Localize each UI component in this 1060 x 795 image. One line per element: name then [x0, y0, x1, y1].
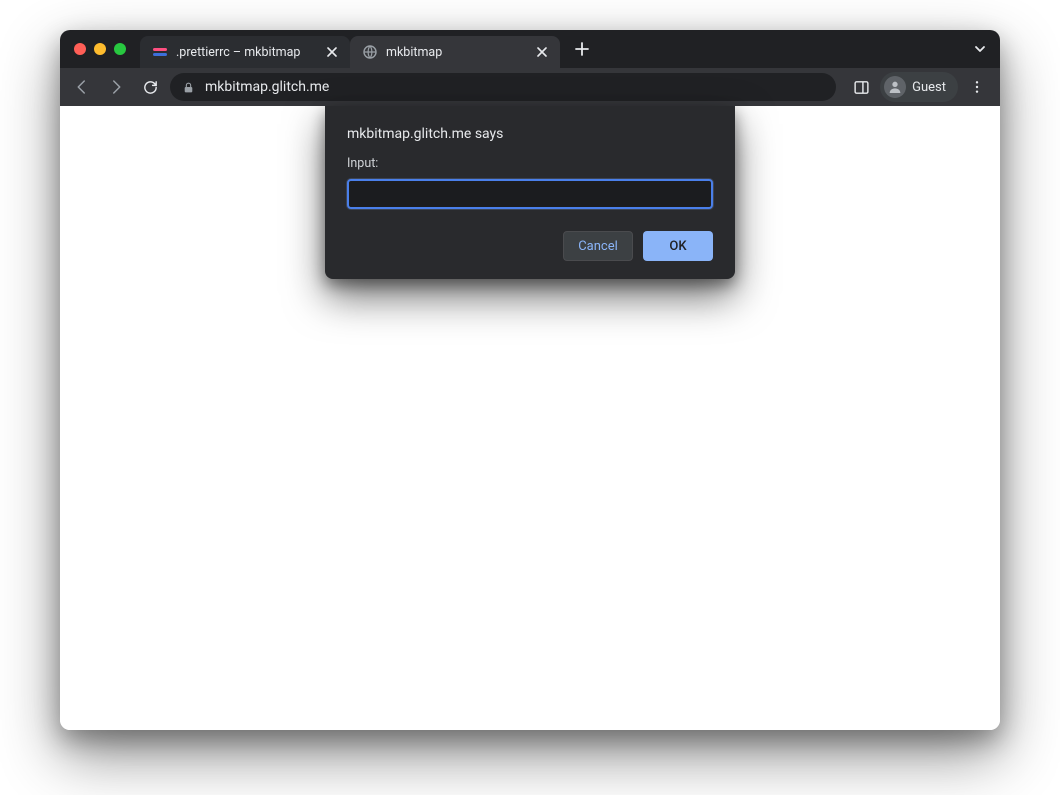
minimize-window-button[interactable]: [94, 43, 106, 55]
close-window-button[interactable]: [74, 43, 86, 55]
javascript-prompt-dialog: mkbitmap.glitch.me says Input: Cancel OK: [325, 106, 735, 279]
zoom-window-button[interactable]: [114, 43, 126, 55]
cancel-button-label: Cancel: [578, 239, 618, 254]
dialog-origin-text: mkbitmap.glitch.me says: [347, 126, 713, 142]
dialog-input[interactable]: [347, 179, 713, 209]
dialog-prompt-label: Input:: [347, 156, 713, 171]
page-content: mkbitmap.glitch.me says Input: Cancel OK: [60, 106, 1000, 730]
close-tab-icon[interactable]: [324, 44, 340, 60]
profile-label: Guest: [912, 80, 946, 95]
cancel-button[interactable]: Cancel: [563, 231, 633, 261]
lock-icon: [182, 81, 195, 94]
tab-title: mkbitmap: [386, 45, 526, 60]
profile-chip[interactable]: Guest: [880, 72, 958, 102]
window-controls: [60, 30, 140, 68]
new-tab-button[interactable]: [568, 42, 596, 56]
avatar-icon: [884, 76, 906, 98]
globe-icon: [362, 44, 378, 60]
forward-button[interactable]: [102, 73, 130, 101]
reload-button[interactable]: [136, 73, 164, 101]
tab-bar: .prettierrc – mkbitmap mkbitmap: [60, 30, 1000, 68]
url-text: mkbitmap.glitch.me: [205, 79, 824, 95]
browser-window: .prettierrc – mkbitmap mkbitmap: [60, 30, 1000, 730]
close-tab-icon[interactable]: [534, 44, 550, 60]
tab-title: .prettierrc – mkbitmap: [176, 45, 316, 60]
dialog-buttons: Cancel OK: [347, 231, 713, 261]
kebab-menu-button[interactable]: [962, 72, 992, 102]
tabs-container: .prettierrc – mkbitmap mkbitmap: [140, 30, 960, 68]
tab-mkbitmap[interactable]: mkbitmap: [350, 36, 560, 68]
side-panel-button[interactable]: [846, 72, 876, 102]
address-bar[interactable]: mkbitmap.glitch.me: [170, 73, 836, 101]
glitch-icon: [152, 44, 168, 60]
tab-overflow-button[interactable]: [960, 30, 1000, 68]
ok-button[interactable]: OK: [643, 231, 713, 261]
toolbar-right: Guest: [842, 72, 992, 102]
back-button[interactable]: [68, 73, 96, 101]
tab-prettierrc[interactable]: .prettierrc – mkbitmap: [140, 36, 350, 68]
navigation-toolbar: mkbitmap.glitch.me Guest: [60, 68, 1000, 106]
ok-button-label: OK: [669, 239, 686, 254]
